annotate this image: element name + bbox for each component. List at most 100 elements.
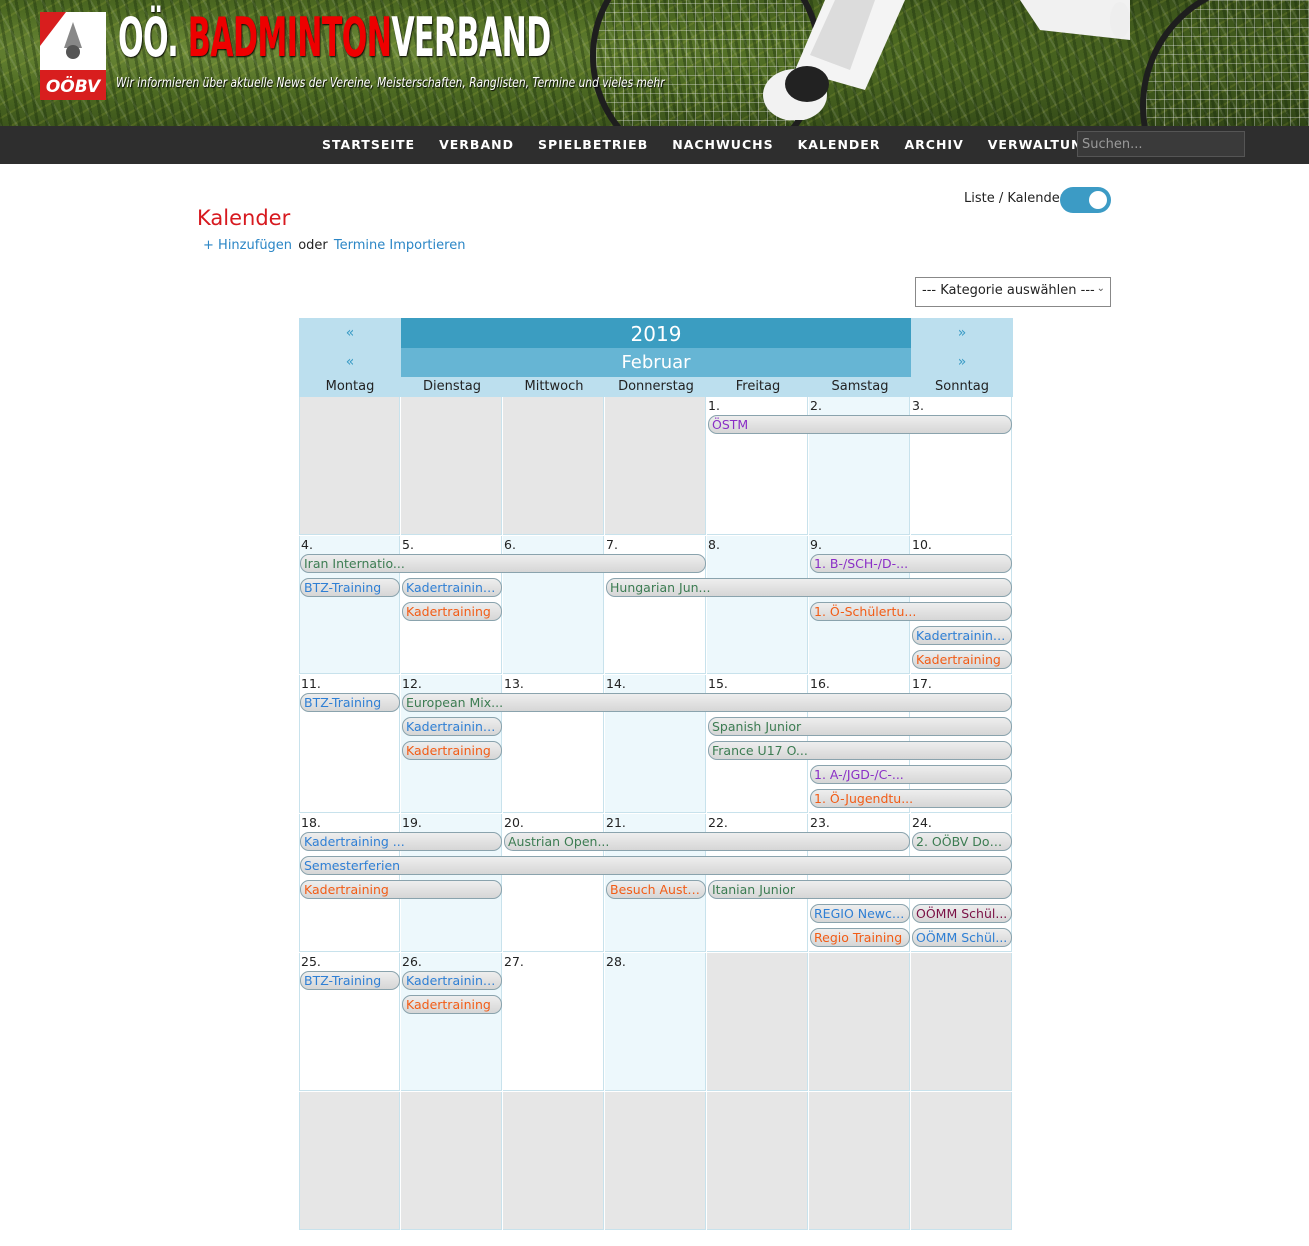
nav-item-kalender[interactable]: Kalender (798, 126, 881, 164)
day-number: 1. (708, 398, 720, 413)
add-event-link[interactable]: + Hinzufügen (203, 238, 292, 253)
calendar-event[interactable]: REGIO Newco... (810, 904, 910, 923)
calendar-day-cell[interactable]: 28. (605, 953, 706, 1091)
nav-item-nachwuchs[interactable]: Nachwuchs (672, 126, 773, 164)
calendar-event[interactable]: Kadertraining (912, 650, 1012, 669)
calendar-event[interactable]: Kadertraining (300, 880, 502, 899)
calendar-empty-cell (605, 397, 706, 535)
oobv-logo: OÖBV (40, 12, 106, 100)
calendar-empty-cell (809, 953, 910, 1091)
svg-text:OÖBV: OÖBV (46, 75, 102, 97)
calendar-event[interactable]: European Mix... (402, 693, 1012, 712)
shuttlecock-image (1020, 0, 1130, 40)
calendar-event[interactable]: 1. A-/JGD-/C-... (810, 765, 1012, 784)
calendar-actions: + Hinzufügen oder Termine Importieren (203, 238, 465, 253)
day-number: 27. (504, 954, 524, 969)
next-month-button[interactable]: » (911, 348, 1013, 377)
import-events-link[interactable]: Termine Importieren (334, 238, 466, 253)
calendar-grid: « 2019 » « Februar » Montag Dienstag Mittw… (299, 318, 1013, 1232)
weekday-header: Dienstag (401, 377, 503, 397)
calendar-month: Februar (401, 348, 911, 377)
next-year-button[interactable]: » (911, 318, 1013, 348)
calendar-empty-cell (911, 953, 1012, 1091)
prev-month-button[interactable]: « (299, 348, 401, 377)
day-number: 26. (402, 954, 422, 969)
calendar-event[interactable]: Itanian Junior (708, 880, 1012, 899)
shuttlecock-image (763, 0, 905, 120)
search-input[interactable] (1077, 131, 1245, 157)
day-number: 15. (708, 676, 728, 691)
calendar-event[interactable]: ÖSTM (708, 415, 1012, 434)
site-banner: OÖBV OÖ. BADMINTONVERBAND Wir informiere… (0, 0, 1309, 126)
category-select[interactable]: --- Kategorie auswählen --- ⌄ (915, 277, 1111, 307)
day-number: 10. (912, 537, 932, 552)
calendar-event[interactable]: Kadertraining ... (300, 832, 502, 851)
calendar-event[interactable]: 1. B-/SCH-/D-... (810, 554, 1012, 573)
calendar-empty-cell (401, 1092, 502, 1230)
calendar-event[interactable]: Austrian Open... (504, 832, 910, 851)
day-number: 12. (402, 676, 422, 691)
weekday-header: Sonntag (911, 377, 1013, 397)
calendar-empty-cell (809, 1092, 910, 1230)
calendar-day-cell[interactable]: 27. (503, 953, 604, 1091)
calendar-event[interactable]: Hungarian Jun... (606, 578, 1012, 597)
calendar-event[interactable]: Kadertraining ... (402, 578, 502, 597)
calendar-event[interactable]: Kadertraining ... (402, 971, 502, 990)
day-number: 5. (402, 537, 414, 552)
calendar-event[interactable]: Spanish Junior (708, 717, 1012, 736)
calendar-empty-cell (911, 1092, 1012, 1230)
calendar-event[interactable]: Iran Internatio... (300, 554, 706, 573)
nav-item-archiv[interactable]: Archiv (904, 126, 963, 164)
add-event-label: Hinzufügen (218, 238, 293, 253)
calendar-event[interactable]: Kadertraining ... (912, 626, 1012, 645)
calendar-empty-cell (503, 397, 604, 535)
calendar-event[interactable]: Semesterferien (300, 856, 1012, 875)
day-number: 6. (504, 537, 516, 552)
calendar-event[interactable]: OÖMM Schül... (912, 928, 1012, 947)
calendar-empty-cell (605, 1092, 706, 1230)
calendar-event[interactable]: Kadertraining ... (402, 717, 502, 736)
calendar-event[interactable]: 1. Ö-Jugendtu... (810, 789, 1012, 808)
site-title-part: OÖ. (118, 6, 188, 69)
day-number: 25. (301, 954, 321, 969)
view-toggle-label: Liste / Kalender (964, 191, 1066, 206)
nav-item-verband[interactable]: Verband (439, 126, 514, 164)
day-number: 2. (810, 398, 822, 413)
day-number: 3. (912, 398, 924, 413)
site-title: OÖ. BADMINTONVERBAND (118, 6, 551, 69)
calendar-empty-cell (707, 953, 808, 1091)
weekday-header: Montag (299, 377, 401, 397)
calendar-event[interactable]: Besuch Austri... (606, 880, 706, 899)
calendar-event[interactable]: BTZ-Training (300, 578, 400, 597)
day-number: 20. (504, 815, 524, 830)
day-number: 21. (606, 815, 626, 830)
calendar-year: 2019 (401, 318, 911, 348)
day-number: 7. (606, 537, 618, 552)
day-number: 13. (504, 676, 524, 691)
site-title-part: VERBAND (391, 6, 551, 69)
calendar-event[interactable]: Kadertraining (402, 602, 502, 621)
day-number: 14. (606, 676, 626, 691)
list-calendar-toggle[interactable] (1060, 187, 1111, 213)
day-number: 18. (301, 815, 321, 830)
calendar-event[interactable]: France U17 O... (708, 741, 1012, 760)
nav-item-spielbetrieb[interactable]: Spielbetrieb (538, 126, 648, 164)
prev-year-button[interactable]: « (299, 318, 401, 348)
category-select-value: --- Kategorie auswählen --- (922, 283, 1095, 298)
calendar-event[interactable]: 2. OÖBV Dop... (912, 832, 1012, 851)
calendar-empty-cell (503, 1092, 604, 1230)
nav-item-startseite[interactable]: Startseite (322, 126, 415, 164)
calendar-event[interactable]: Kadertraining (402, 741, 502, 760)
calendar-event[interactable]: BTZ-Training (300, 971, 400, 990)
day-number: 19. (402, 815, 422, 830)
calendar-event[interactable]: Kadertraining (402, 995, 502, 1014)
calendar-empty-cell (401, 397, 502, 535)
calendar-event[interactable]: BTZ-Training (300, 693, 400, 712)
calendar-empty-cell (707, 1092, 808, 1230)
calendar-event[interactable]: 1. Ö-Schülertu... (810, 602, 1012, 621)
calendar-event[interactable]: Regio Training (810, 928, 910, 947)
site-tagline: Wir informieren über aktuelle News der V… (116, 76, 665, 91)
weekday-header: Freitag (707, 377, 809, 397)
calendar-day-cell[interactable]: 8. (707, 536, 808, 674)
calendar-event[interactable]: OÖMM Schül... (912, 904, 1012, 923)
